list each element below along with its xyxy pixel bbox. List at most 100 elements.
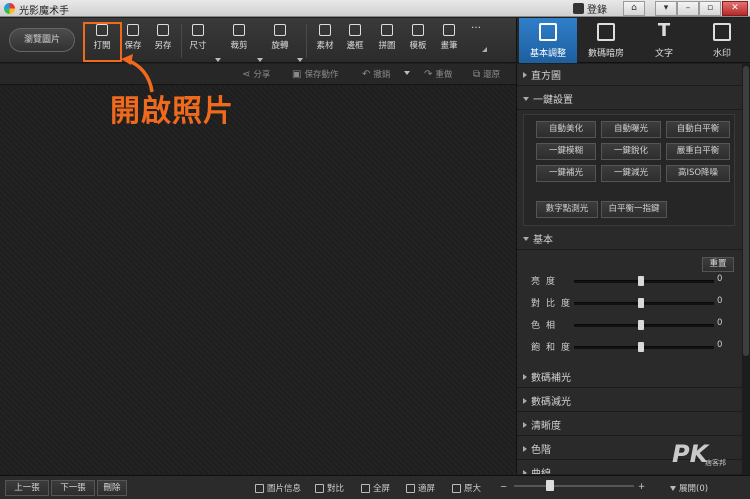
expand-icon [523,469,527,474]
restore-button[interactable]: ⧉ 還原 [473,68,500,81]
divider [306,24,307,58]
slider-label: 飽和度 [531,343,577,353]
watermark-icon [713,23,731,41]
one-click-sharpen-button[interactable]: 一鍵銳化 [601,143,661,160]
panel-scrollbar[interactable] [742,64,750,474]
section-fill-light[interactable]: 數碼補光 [517,366,742,388]
close-button[interactable]: ✕ [722,1,748,16]
tab-darkroom[interactable]: 數碼暗房 [577,18,635,63]
slider-track[interactable] [574,280,714,283]
browse-images-button[interactable]: 瀏覽圖片 [9,28,75,52]
menu-button[interactable]: ▾ [655,1,677,16]
section-title: 基本 [533,235,553,246]
prev-image-button[interactable]: 上一張 [5,480,49,496]
contrast-slider[interactable]: 對比度 0 [517,296,742,310]
resize-icon [192,24,204,36]
info-icon [255,483,264,493]
slider-value: 0 [717,318,723,328]
spot-metering-button[interactable]: 數字點測光 [536,201,598,218]
hue-slider[interactable]: 色相 0 [517,318,742,332]
section-levels[interactable]: 色階 [517,438,742,460]
zoom-slider[interactable] [514,485,634,487]
rotate-button[interactable]: 旋轉 [266,18,294,58]
white-balance-picker-button[interactable]: 白平衡一指鍵 [601,201,667,218]
slider-track[interactable] [574,302,714,305]
section-reduce-light[interactable]: 數碼減光 [517,390,742,412]
share-icon: ⋖ [242,68,251,80]
one-click-fill-light-button[interactable]: 一鍵補光 [536,165,596,182]
minimize-button[interactable]: – [677,1,699,16]
delete-button[interactable]: 刪除 [97,480,127,496]
save-icon [127,24,139,36]
status-bar: 上一張 下一張 刪除 圖片信息 對比 全屏 適屏 原大 − + 展開(0) [0,475,750,499]
more-tools-button[interactable]: … [463,18,491,58]
severe-white-balance-button[interactable]: 嚴重白平衡 [666,143,730,160]
slider-track[interactable] [574,346,714,349]
section-basic[interactable]: 基本 [517,228,742,250]
border-button[interactable]: 邊框 [341,18,369,58]
image-info-button[interactable]: 圖片信息 [255,482,301,494]
slider-track[interactable] [574,324,714,327]
edit-icon [539,23,557,41]
fit-icon [406,483,415,493]
undo-label: 撤銷 [373,70,391,80]
zoom-out-icon[interactable]: − [500,482,507,492]
size-button[interactable]: 尺寸 [184,18,212,58]
save-action-button[interactable]: ▣ 保存動作 [292,68,338,81]
one-click-blur-button[interactable]: 一鍵模糊 [536,143,596,160]
original-size-button[interactable]: 原大 [452,482,481,494]
next-image-button[interactable]: 下一張 [51,480,95,496]
compare-button[interactable]: 對比 [315,482,344,494]
skin-button[interactable]: ⌂ [623,1,645,16]
undo-button[interactable]: ↶ 撤銷 [362,68,391,81]
slider-thumb[interactable] [638,276,644,286]
fit-label: 適屏 [418,484,436,494]
zoom-slider-thumb[interactable] [546,480,554,491]
rotate-dropdown-icon[interactable] [297,58,303,62]
maximize-button[interactable]: ▫ [699,1,721,16]
slider-thumb[interactable] [638,342,644,352]
brightness-slider[interactable]: 亮度 0 [517,274,742,288]
template-button[interactable]: 模板 [404,18,432,58]
slider-thumb[interactable] [638,320,644,330]
section-clarity[interactable]: 清晰度 [517,414,742,436]
onekey-box: 自動美化 自動曝光 自動白平衡 一鍵模糊 一鍵銳化 嚴重白平衡 一鍵補光 一鍵減… [523,114,735,226]
slider-label: 亮度 [531,277,562,287]
section-onekey[interactable]: 一鍵設置 [517,88,742,110]
section-title: 直方圖 [531,71,561,82]
scrollbar-thumb[interactable] [743,66,749,356]
fullscreen-button[interactable]: 全屏 [361,482,390,494]
login-button[interactable]: 登錄 [573,1,607,16]
save-label: 保存 [124,41,142,51]
material-button[interactable]: 素材 [311,18,339,58]
slider-value: 0 [717,340,723,350]
tab-basic-adjust[interactable]: 基本調整 [519,18,577,63]
share-button[interactable]: ⋖ 分享 [242,68,270,81]
section-histogram[interactable]: 直方圖 [517,64,742,86]
collage-button[interactable]: 拼圖 [373,18,401,58]
divider [181,24,182,58]
reset-button[interactable]: 重置 [702,257,734,272]
tab-watermark[interactable]: 水印 [693,18,750,63]
one-click-reduce-light-button[interactable]: 一鍵減光 [601,165,661,182]
high-iso-denoise-button[interactable]: 高ISO降噪 [666,165,730,182]
auto-white-balance-button[interactable]: 自動白平衡 [666,121,730,138]
image-canvas[interactable] [0,86,516,474]
crop-button[interactable]: 裁剪 [225,18,253,58]
tab-text[interactable]: T 文字 [635,18,693,63]
redo-button[interactable]: ↷ 重做 [424,68,452,81]
auto-exposure-button[interactable]: 自動曝光 [601,121,661,138]
expand-corner-icon[interactable] [482,47,487,52]
saturation-slider[interactable]: 飽和度 0 [517,340,742,354]
size-label: 尺寸 [189,41,207,51]
auto-beautify-button[interactable]: 自動美化 [536,121,596,138]
zoom-in-icon[interactable]: + [638,482,645,492]
tab-label: 基本調整 [529,49,566,59]
undo-dropdown-icon[interactable] [404,71,410,75]
expand-button[interactable]: 展開(0) [670,482,708,494]
crop-dropdown-icon[interactable] [257,58,263,62]
slider-thumb[interactable] [638,298,644,308]
fit-screen-button[interactable]: 適屏 [406,482,435,494]
brush-button[interactable]: 畫筆 [435,18,463,58]
size-dropdown-icon[interactable] [215,58,221,62]
